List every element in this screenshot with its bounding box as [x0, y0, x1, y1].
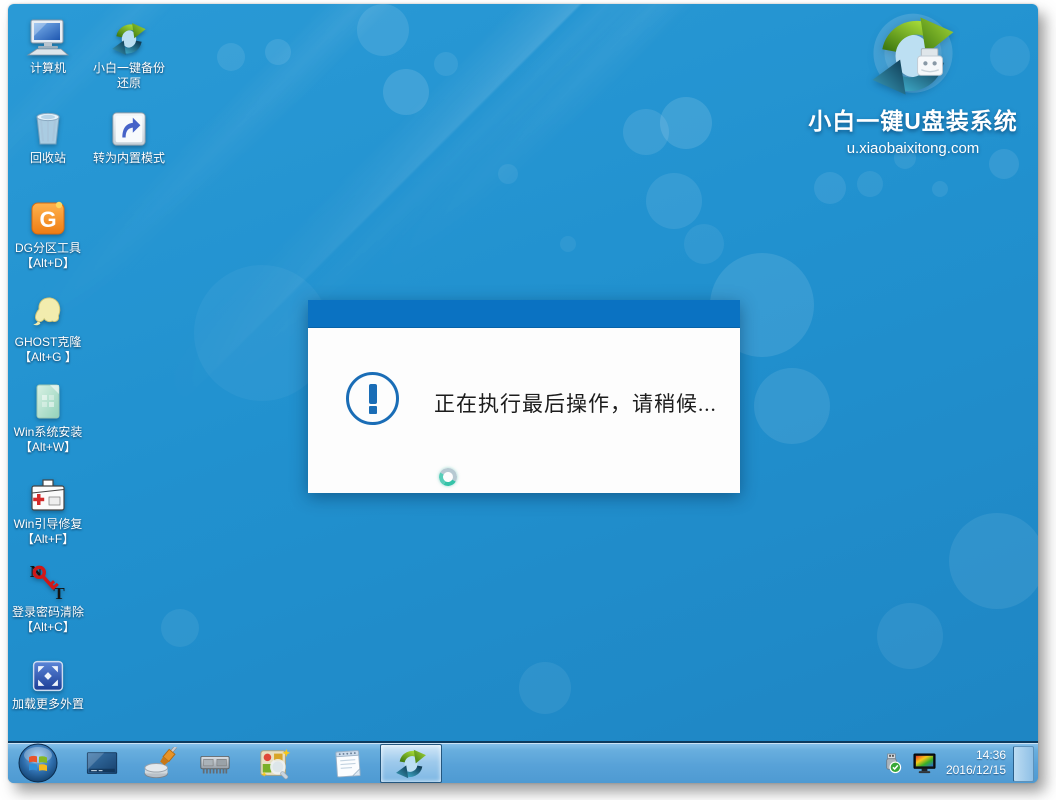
image-viewer-icon: [258, 747, 292, 781]
desktop: 小白一键U盘装系统 u.xiaobaixitong.com 计算机: [8, 4, 1038, 783]
install-file-icon: [8, 380, 93, 422]
xiaobai-cycle-icon: [394, 747, 428, 781]
show-desktop-button[interactable]: [1013, 746, 1034, 782]
start-button[interactable]: [18, 743, 58, 783]
taskbar-button-memory-tool[interactable]: [197, 746, 233, 782]
desktop-icon-label: Win引导修复 【Alt+F】: [8, 517, 93, 547]
usb-device-icon[interactable]: [880, 752, 903, 775]
brand-title: 小白一键U盘装系统: [788, 102, 1038, 136]
clock-time: 14:36: [946, 748, 1006, 763]
display-settings-icon[interactable]: [912, 752, 937, 775]
desktop-icon-label: GHOST克隆 【Alt+G 】: [8, 335, 93, 365]
taskbar-button-disk-cleanup[interactable]: [142, 746, 178, 782]
desktop-icon-win-install[interactable]: Win系统安装 【Alt+W】: [8, 380, 93, 455]
backup-restore-cycle-icon: [84, 16, 174, 58]
desktop-icon-label: 回收站: [8, 151, 93, 166]
page: 小白一键U盘装系统 u.xiaobaixitong.com 计算机: [0, 0, 1056, 800]
desktop-icon-label: 登录密码清除 【Alt+C】: [8, 605, 93, 635]
taskbar-clock[interactable]: 14:36 2016/12/15: [946, 748, 1006, 778]
exclamation-circle-icon: [346, 372, 399, 425]
desktop-icon-ghost-clone[interactable]: GHOST克隆 【Alt+G 】: [8, 290, 93, 365]
dialog-titlebar[interactable]: [308, 300, 740, 328]
desktop-icon-label: 小白一键备份 还原: [84, 61, 174, 91]
brand-logo: 小白一键U盘装系统 u.xiaobaixitong.com: [788, 10, 1038, 157]
desktop-icon-dg-partition[interactable]: G DG分区工具 【Alt+D】: [8, 196, 93, 271]
dg-partition-icon: G: [8, 196, 93, 238]
dialog-message: 正在执行最后操作，请稍候...: [434, 388, 717, 418]
system-tray: 14:36 2016/12/15: [880, 743, 1006, 783]
taskbar-button-desktop-preview[interactable]: [84, 746, 120, 782]
windows-orb-icon: [18, 743, 58, 783]
desktop-icon-label: Win系统安装 【Alt+W】: [8, 425, 93, 455]
notepad-icon: [331, 747, 365, 781]
desktop-icon-label: 转为内置模式: [84, 151, 174, 166]
taskbar-button-image-viewer[interactable]: [257, 746, 293, 782]
desktop-icon-label: 加载更多外置: [8, 697, 93, 712]
desktop-preview-icon: [85, 747, 120, 781]
brand-url: u.xiaobaixitong.com: [788, 140, 1038, 157]
desktop-icon-label: DG分区工具 【Alt+D】: [8, 241, 93, 271]
taskbar: 14:36 2016/12/15: [8, 741, 1038, 783]
shortcut-arrow-icon: [84, 106, 174, 148]
desktop-icon-win-boot-repair[interactable]: Win引导修复 【Alt+F】: [8, 472, 93, 547]
xiaobai-cycle-logo-icon: [866, 10, 960, 102]
first-aid-kit-icon: [8, 472, 93, 514]
computer-icon: [8, 16, 93, 58]
taskbar-button-notepad[interactable]: [330, 746, 366, 782]
desktop-icon-internal-mode[interactable]: 转为内置模式: [84, 106, 174, 166]
svg-text:G: G: [39, 207, 56, 232]
recycle-bin-icon: [8, 106, 93, 148]
expand-arrows-icon: [8, 652, 93, 694]
ghost-icon: [8, 290, 93, 332]
disk-cleanup-icon: [143, 747, 177, 781]
progress-dialog: 正在执行最后操作，请稍候...: [308, 300, 740, 493]
loading-spinner-icon: [437, 466, 459, 488]
desktop-icon-load-more-external[interactable]: 加载更多外置: [8, 652, 93, 712]
taskbar-button-xiaobai-installer-active[interactable]: [380, 744, 442, 783]
desktop-icon-recycle-bin[interactable]: 回收站: [8, 106, 93, 166]
desktop-icon-login-password-clear[interactable]: N T 登录密码清除 【Alt+C】: [8, 560, 93, 635]
desktop-icon-computer[interactable]: 计算机: [8, 16, 93, 76]
clock-date: 2016/12/15: [946, 763, 1006, 778]
dialog-body: 正在执行最后操作，请稍候...: [308, 328, 740, 492]
desktop-icon-xiaobai-backup-restore[interactable]: 小白一键备份 还原: [84, 16, 174, 91]
nt-key-icon: N T: [8, 560, 93, 602]
desktop-icon-label: 计算机: [8, 61, 93, 76]
memory-chip-icon: [198, 747, 232, 781]
